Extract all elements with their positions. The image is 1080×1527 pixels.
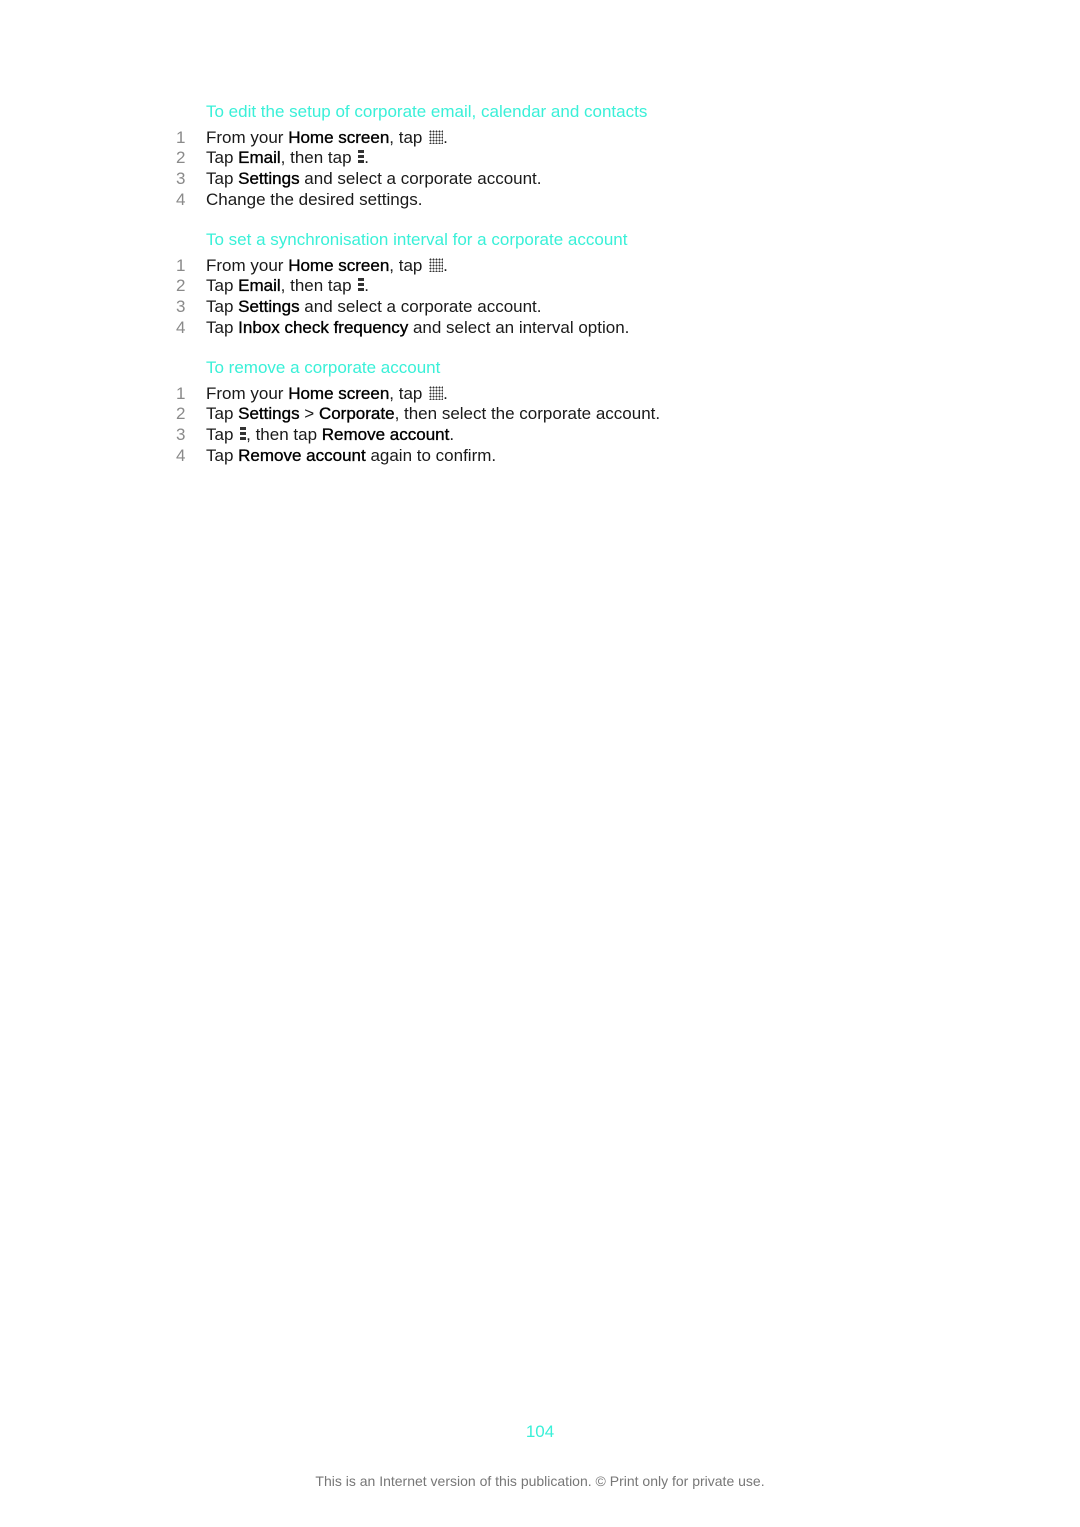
text: , tap: [389, 384, 428, 403]
text: .: [364, 148, 370, 167]
step-text: Tap Inbox check frequency and select an …: [206, 318, 629, 338]
list-item: 2 Tap Email, then tap .: [0, 276, 1080, 296]
ui-term: Settings: [238, 404, 300, 423]
text: , then select the corporate account.: [394, 404, 661, 423]
text: and select a corporate account.: [299, 297, 542, 316]
section-heading: To set a synchronisation interval for a …: [206, 230, 628, 249]
text: and select a corporate account.: [299, 169, 542, 188]
text: From your: [206, 128, 289, 147]
text: Tap: [206, 276, 239, 295]
step-text: Tap Settings and select a corporate acco…: [206, 169, 542, 189]
text: , then tap: [246, 425, 322, 444]
step-number: 1: [176, 384, 186, 403]
text: Tap: [206, 169, 239, 188]
step-number: 2: [176, 276, 186, 295]
footer-notice: This is an Internet version of this publ…: [315, 1473, 765, 1489]
ui-term: Settings: [238, 169, 300, 188]
step-text: From your Home screen, tap .: [206, 256, 448, 276]
apps-grid-icon: [429, 258, 444, 272]
step-number: 3: [176, 297, 186, 316]
step-number: 2: [176, 148, 186, 167]
text: , tap: [389, 256, 428, 275]
step-number: 4: [176, 318, 186, 337]
section-heading: To edit the setup of corporate email, ca…: [206, 102, 648, 121]
text: .: [443, 128, 448, 147]
text: >: [299, 404, 319, 423]
text: From your: [206, 384, 289, 403]
text: .: [443, 256, 448, 275]
apps-grid-icon: [429, 386, 444, 400]
list-item: 3 Tap Settings and select a corporate ac…: [0, 169, 1080, 189]
ui-term: Email: [238, 276, 281, 295]
step-text: Tap Remove account again to confirm.: [206, 446, 496, 466]
ui-term: Home screen: [288, 128, 390, 147]
text: , then tap: [280, 276, 357, 295]
list-item: 2 Tap Settings > Corporate, then select …: [0, 404, 1080, 424]
list-item: 2 Tap Email, then tap .: [0, 148, 1080, 168]
step-text: Change the desired settings.: [206, 190, 422, 210]
page-number: 104: [525, 1422, 555, 1441]
list-item: 4 Change the desired settings.: [0, 190, 1080, 210]
text: From your: [206, 256, 289, 275]
apps-grid-icon: [429, 130, 444, 144]
step-text: Tap Settings > Corporate, then select th…: [206, 404, 660, 424]
list-item: 1 From your Home screen, tap .: [0, 256, 1080, 276]
text: .: [364, 276, 370, 295]
ui-term: Home screen: [288, 384, 390, 403]
list-item: 3 Tap Settings and select a corporate ac…: [0, 297, 1080, 317]
step-number: 4: [176, 446, 186, 465]
step-number: 4: [176, 190, 186, 209]
text: Tap: [206, 297, 239, 316]
step-text: Tap , then tap Remove account.: [206, 425, 454, 445]
text: again to confirm.: [365, 446, 497, 465]
list-item: 1 From your Home screen, tap .: [0, 384, 1080, 404]
text: Tap: [206, 318, 239, 337]
step-number: 3: [176, 169, 186, 188]
text: , then tap: [280, 148, 357, 167]
list-item: 4 Tap Remove account again to confirm.: [0, 446, 1080, 466]
text: Change the desired settings.: [206, 190, 423, 209]
text: .: [449, 425, 455, 444]
ui-term: Home screen: [288, 256, 390, 275]
ui-term: Corporate: [318, 404, 395, 423]
ui-term: Inbox check frequency: [238, 318, 409, 337]
step-text: Tap Email, then tap .: [206, 148, 369, 168]
step-text: From your Home screen, tap .: [206, 128, 448, 148]
list-item: 3 Tap , then tap Remove account.: [0, 425, 1080, 445]
text: , tap: [389, 128, 428, 147]
list-item: 4 Tap Inbox check frequency and select a…: [0, 318, 1080, 338]
text: .: [443, 384, 448, 403]
ui-term: Remove account: [321, 425, 450, 444]
text: Tap: [206, 446, 239, 465]
step-number: 2: [176, 404, 186, 423]
text: Tap: [206, 148, 239, 167]
ui-term: Email: [238, 148, 281, 167]
list-item: 1 From your Home screen, tap .: [0, 128, 1080, 148]
ui-term: Settings: [238, 297, 300, 316]
text: and select an interval option.: [408, 318, 630, 337]
step-text: Tap Settings and select a corporate acco…: [206, 297, 542, 317]
step-text: Tap Email, then tap .: [206, 276, 369, 296]
section-heading: To remove a corporate account: [206, 358, 441, 377]
step-number: 1: [176, 128, 186, 147]
ui-term: Remove account: [238, 446, 366, 465]
text: Tap: [206, 425, 239, 444]
text: Tap: [206, 404, 239, 423]
step-number: 3: [176, 425, 186, 444]
step-number: 1: [176, 256, 186, 275]
step-text: From your Home screen, tap .: [206, 384, 448, 404]
